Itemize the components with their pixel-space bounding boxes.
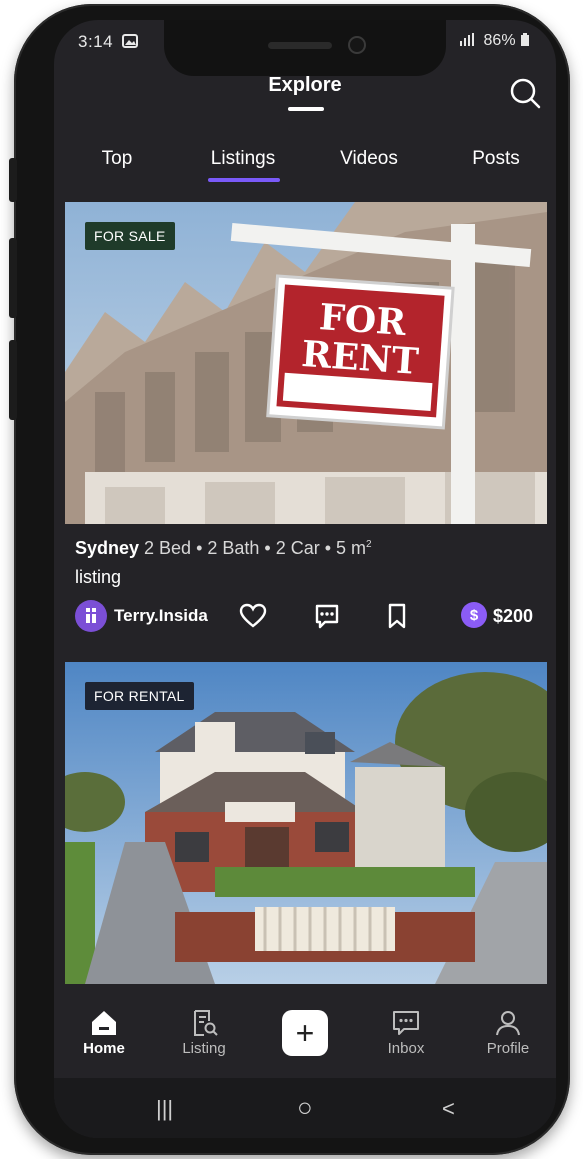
title-underline [288, 107, 324, 111]
volume-down-button [9, 340, 17, 420]
system-navigation-bar: ||| ○ < [54, 1078, 556, 1138]
nav-home[interactable]: Home [64, 1008, 144, 1057]
coin-icon: $ [461, 602, 487, 628]
listing-price: $200 [493, 606, 534, 626]
nav-inbox[interactable]: Inbox [366, 1008, 446, 1057]
listing-details-sup: 2 [366, 539, 372, 550]
nav-profile[interactable]: Profile [468, 1008, 548, 1057]
avatar[interactable] [75, 600, 107, 632]
inbox-icon [393, 1011, 419, 1035]
listing-details: 2 Bed • 2 Bath • 2 Car • 5 m [139, 538, 367, 558]
listing-image[interactable]: FOR RENT FOR SALE [65, 202, 547, 524]
battery-icon [521, 33, 529, 46]
system-home-button[interactable]: ○ [297, 1092, 313, 1123]
status-badge: FOR SALE [85, 222, 175, 250]
listing-actions: Terry.Insida $ $200 [65, 594, 547, 638]
listing-icon [194, 1010, 218, 1036]
tab-top[interactable]: Top [80, 148, 154, 170]
app-screen: 3:14 86% Explore Top Listings Videos Pos… [54, 20, 556, 1138]
listing-type: listing [75, 567, 122, 587]
user-logo-icon [86, 608, 96, 623]
side-button [9, 158, 17, 202]
home-icon [92, 1011, 116, 1035]
status-badge: FOR RENTAL [85, 682, 194, 710]
add-button[interactable]: + [282, 1010, 328, 1056]
bottom-navigation: Home Listing + Inbox Profile [54, 986, 556, 1078]
status-time: 3:14 [78, 32, 139, 52]
volume-up-button [9, 238, 17, 318]
battery-percent: 86% [483, 32, 516, 49]
listing-card[interactable]: FOR RENT FOR SALE Sydney 2 Bed • 2 Bath … [65, 202, 547, 638]
search-icon [510, 78, 541, 109]
search-button[interactable] [508, 76, 542, 110]
house-photo [65, 662, 547, 984]
tab-posts[interactable]: Posts [456, 148, 536, 170]
listing-image[interactable]: FOR RENTAL [65, 662, 547, 984]
listing-city: Sydney [75, 538, 140, 558]
nav-inbox-label: Inbox [387, 1040, 425, 1057]
username[interactable]: Terry.Insida [114, 606, 208, 626]
listing-meta: Sydney 2 Bed • 2 Bath • 2 Car • 5 m2 lis… [65, 538, 547, 588]
signal-icon [460, 33, 475, 46]
status-indicators: 86% [457, 32, 530, 50]
page-title: Explore [268, 74, 342, 96]
tab-listings[interactable]: Listings [202, 148, 284, 170]
front-camera [348, 36, 366, 54]
bookmark-icon[interactable] [383, 602, 411, 630]
nav-home-label: Home [83, 1040, 125, 1057]
camera-notch [164, 20, 446, 76]
recents-button[interactable]: ||| [156, 1096, 173, 1122]
heart-icon[interactable] [239, 602, 267, 630]
nav-listing[interactable]: Listing [164, 1008, 244, 1057]
back-button[interactable]: < [442, 1096, 455, 1122]
speaker-grille [268, 42, 332, 49]
gallery-icon [122, 34, 139, 48]
active-tab-indicator [208, 178, 280, 182]
townhouse-photo: FOR RENT [65, 202, 547, 524]
nav-listing-label: Listing [182, 1040, 226, 1057]
tab-videos[interactable]: Videos [328, 148, 410, 170]
listing-summary: Sydney 2 Bed • 2 Bath • 2 Car • 5 m2 [75, 538, 537, 559]
listing-card[interactable]: FOR RENTAL [65, 662, 547, 984]
nav-profile-label: Profile [486, 1040, 530, 1057]
comment-icon[interactable] [313, 602, 341, 630]
tab-bar: Top Listings Videos Posts [54, 148, 556, 188]
profile-icon [496, 1011, 520, 1036]
